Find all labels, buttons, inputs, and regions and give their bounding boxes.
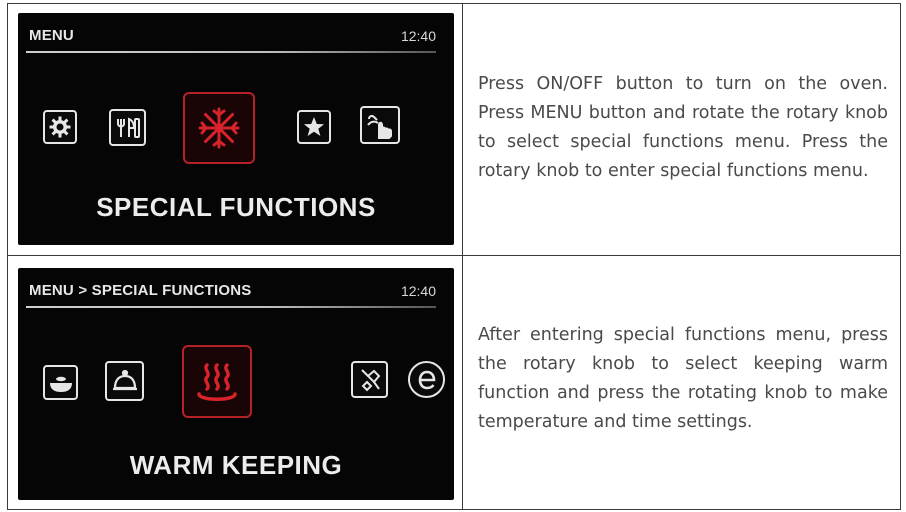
menu-label: SPECIAL FUNCTIONS — [96, 192, 376, 222]
header-divider — [26, 306, 436, 308]
pot-icon — [43, 365, 78, 400]
star-icon — [297, 110, 331, 144]
oven-display-screen: MENU > SPECIAL FUNCTIONS 12:40 WARM KEEP… — [18, 268, 454, 500]
screen-clock: 12:40 — [400, 28, 436, 44]
header-divider — [26, 51, 436, 53]
hand-touch-icon — [360, 106, 400, 144]
settings-gear-icon — [43, 110, 77, 144]
screen-clock: 12:40 — [400, 283, 436, 299]
screen-header: MENU — [29, 27, 74, 44]
special-functions-icon — [183, 92, 255, 164]
cleaning-icon — [351, 361, 388, 398]
table-row: MENU 12:40 SPECIAL FUNCTIONS Press ON/OF… — [8, 4, 900, 256]
eco-icon — [408, 361, 445, 398]
step-description: Press ON/OFF button to turn on the oven.… — [478, 74, 888, 181]
menu-label: WARM KEEPING — [129, 450, 343, 480]
warm-keeping-icon — [182, 345, 252, 418]
screen-header: MENU > SPECIAL FUNCTIONS — [29, 282, 252, 299]
cutlery-icon — [109, 109, 146, 146]
step-description: After entering special functions menu, p… — [478, 325, 888, 432]
table-row: MENU > SPECIAL FUNCTIONS 12:40 WARM KEEP… — [8, 256, 900, 509]
cloche-icon — [105, 361, 144, 401]
instruction-table: MENU 12:40 SPECIAL FUNCTIONS Press ON/OF… — [7, 3, 901, 510]
oven-display-screen: MENU 12:40 SPECIAL FUNCTIONS — [18, 13, 454, 245]
